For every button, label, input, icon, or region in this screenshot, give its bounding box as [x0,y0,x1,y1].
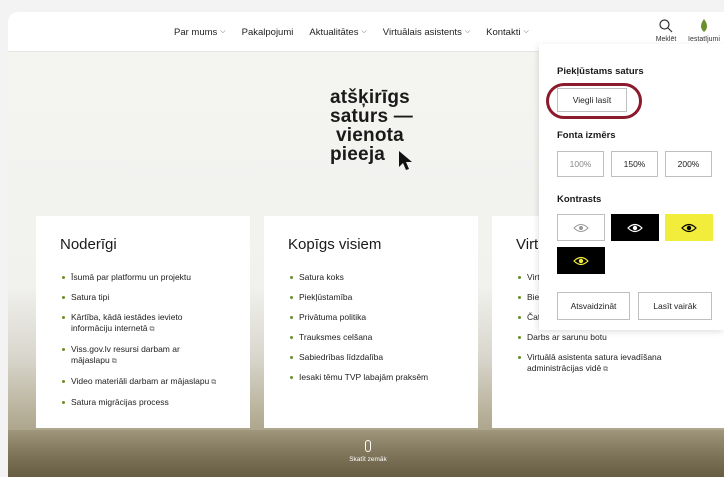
list-item[interactable]: Iesaki tēmu TVP labajām praksēm [290,372,428,383]
list-item[interactable]: Kārtība, kādā iestādes ievieto informāci… [62,312,222,335]
nav-item-virtualais-asistents[interactable]: Virtuālais asistents ⌵ [383,27,470,38]
read-more-button[interactable]: Lasīt vairāk [638,292,712,320]
settings-button[interactable]: Iestatījumi [684,18,724,53]
accessible-content-title: Piekļūstams saturs [557,66,644,77]
contrast-black-yellow-button[interactable] [557,247,605,274]
contrast-default-button[interactable] [557,214,605,241]
search-icon [659,19,673,33]
nav-item-label: Pakalpojumi [241,26,294,38]
external-link-icon: ⧉ [603,366,609,373]
list-item[interactable]: Darbs ar sarunu botu [518,332,698,343]
nav-item-pakalpojumi[interactable]: Pakalpojumi [242,27,294,38]
chevron-down-icon: ⌵ [464,28,471,35]
nav-item-label: Kontakti [486,26,521,38]
font-size-title: Fonta izmērs [557,130,616,141]
eye-icon [681,223,697,232]
nav-item-kontakti[interactable]: Kontakti ⌵ [486,27,529,38]
list-item[interactable]: Video materiāli darbam ar mājaslapu ⧉ [62,376,217,388]
nav-item-par-mums[interactable]: Par mums ⌵ [174,27,226,38]
list-item[interactable]: Sabiedrības līdzdalība [290,352,428,363]
card-noderigi: Noderīgi Īsumā par platformu un projektu… [36,216,250,428]
list-item[interactable]: Piekļūstamība [290,292,428,303]
chevron-down-icon: ⌵ [523,28,529,35]
external-link-icon: ⧉ [111,358,117,365]
search-label: Meklēt [655,36,677,43]
cursor-arrow-icon [399,151,412,170]
card-kopigs-visiem: Kopīgs visiem Satura koks Piekļūstamība … [264,216,478,428]
hero-title-line: atšķirīgs [330,87,410,108]
contrast-title: Kontrasts [557,194,602,205]
scroll-hint-label: Skatīt zemāk [349,456,387,463]
nav-item-aktualitates[interactable]: Aktualitātes ⌵ [309,27,366,38]
eye-icon [627,223,643,232]
list-item[interactable]: Virtuālā asistenta satura ievadīšana adm… [518,352,698,375]
eye-icon [573,256,589,265]
highlight-ring [546,83,642,119]
nav-item-label: Aktualitātes [309,26,359,38]
list-item[interactable]: Satura tipi [62,292,222,303]
scroll-down-hint[interactable]: Skatīt zemāk [338,440,398,463]
reset-button[interactable]: Atsvaidzināt [557,292,630,320]
hero-title-line: vienota [336,125,404,146]
external-link-icon: ⧉ [211,379,217,386]
chevron-down-icon: ⌵ [361,28,367,35]
list-item[interactable]: Privātuma politika [290,312,428,323]
nav-item-label: Par mums [174,26,218,38]
list-item[interactable]: Satura migrācijas process [62,397,222,408]
font-size-200-button[interactable]: 200% [665,151,712,177]
card-link-list: Īsumā par platformu un projektu Satura t… [62,272,222,417]
font-size-100-button[interactable]: 100% [557,151,604,177]
mouse-icon [365,440,371,452]
hero-title-line: saturs — [330,106,413,127]
list-item[interactable]: Satura koks [290,272,428,283]
list-item[interactable]: Trauksmes celšana [290,332,428,343]
settings-label: Iestatījumi [688,36,720,43]
card-link-list: Satura koks Piekļūstamība Privātuma poli… [290,272,428,392]
card-title: Kopīgs visiem [288,236,382,253]
nav-item-label: Virtuālais asistents [382,26,462,38]
card-title: Noderīgi [60,236,117,253]
external-link-icon: ⧉ [149,326,155,333]
contrast-yellow-button[interactable] [665,214,713,241]
leaf-icon [701,19,707,32]
font-size-150-button[interactable]: 150% [611,151,658,177]
list-item[interactable]: Viss.gov.lv resursi darbam ar mājaslapu ⧉ [62,344,222,367]
list-item[interactable]: Īsumā par platformu un projektu [62,272,222,283]
chevron-down-icon: ⌵ [220,28,226,35]
eye-icon [573,223,589,232]
main-nav: Par mums ⌵ Pakalpojumi Aktualitātes ⌵ Vi… [174,12,545,52]
contrast-dark-button[interactable] [611,214,659,241]
search-button[interactable]: Meklēt [652,18,680,43]
